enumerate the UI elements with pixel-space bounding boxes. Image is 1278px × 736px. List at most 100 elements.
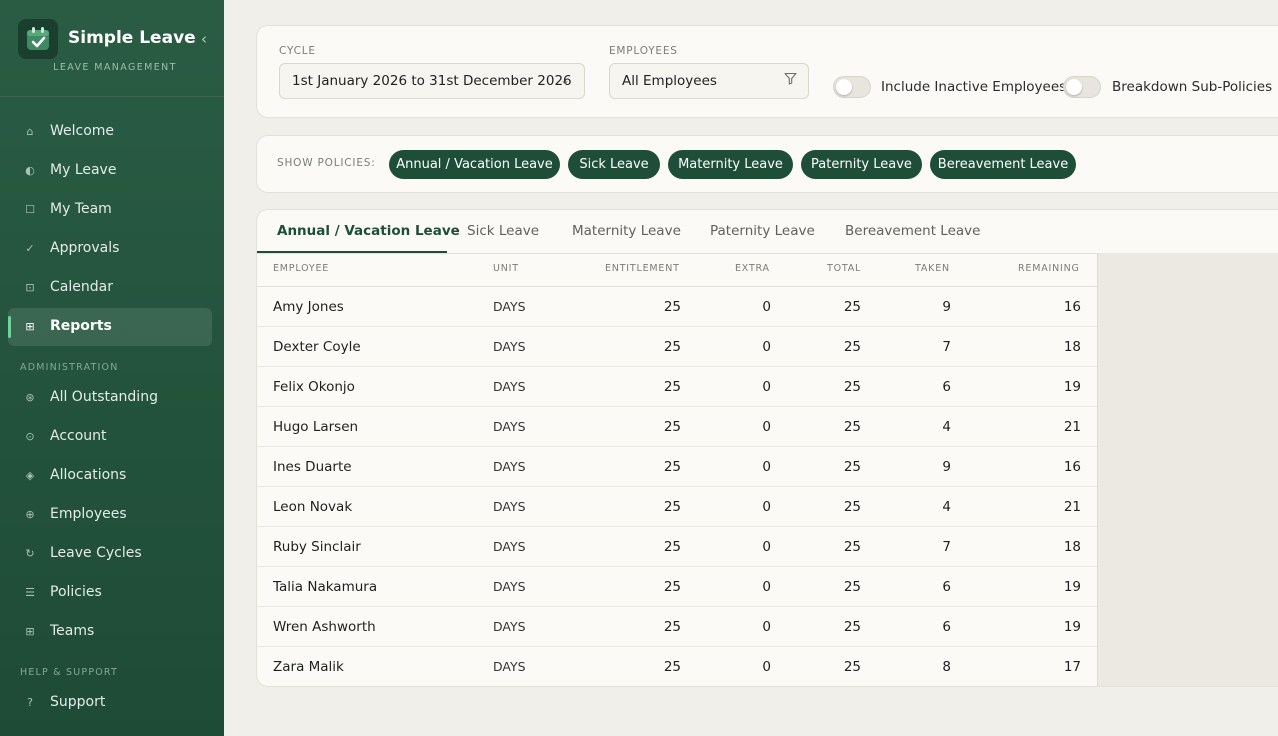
sidebar-item-account[interactable]: ⊙ Account [8, 418, 212, 456]
sidebar-item-label: Account [50, 428, 107, 444]
sidebar-item-calendar[interactable]: ⊡ Calendar [8, 269, 212, 307]
cycle-label: CYCLE [279, 45, 316, 57]
sidebar-item-all-outstanding[interactable]: ⊛ All Outstanding [8, 379, 212, 417]
policies-card: SHOW POLICIES: Annual / Vacation Leave S… [256, 135, 1278, 193]
table-row: Leon Novak DAYS 25 0 25 4 21 [257, 487, 1097, 527]
cell-entitlement: 25 [663, 299, 681, 315]
employees-select[interactable]: All Employees [609, 63, 809, 99]
cell-entitlement: 25 [663, 659, 681, 675]
tab-maternity-leave[interactable]: Maternity Leave [572, 210, 681, 253]
sidebar: Simple Leave ‹ LEAVE MANAGEMENT ⌂ Welcom… [0, 0, 224, 736]
cell-remaining: 21 [1063, 499, 1081, 515]
cell-taken: 6 [942, 619, 951, 635]
cell-total: 25 [843, 499, 861, 515]
cell-unit: DAYS [493, 579, 526, 594]
sidebar-item-my-leave[interactable]: ◐ My Leave [8, 152, 212, 190]
cycle-select[interactable]: 1st January 2026 to 31st December 2026 ⌄ [279, 63, 585, 99]
table-row: Ines Duarte DAYS 25 0 25 9 16 [257, 447, 1097, 487]
column-header-employee: EMPLOYEE [273, 263, 330, 274]
sidebar-item-approvals[interactable]: ✓ Approvals [8, 230, 212, 268]
cell-taken: 9 [942, 299, 951, 315]
cell-extra: 0 [762, 459, 771, 475]
cell-taken: 9 [942, 459, 951, 475]
sidebar-item-welcome[interactable]: ⌂ Welcome [8, 113, 212, 151]
grid-icon: ⊞ [25, 320, 35, 333]
cell-entitlement: 25 [663, 539, 681, 555]
cell-total: 25 [843, 299, 861, 315]
refresh-icon: ↻ [25, 547, 35, 560]
app-title: Simple Leave [68, 28, 196, 48]
breakdown-sub-policies-label: Breakdown Sub-Policies [1112, 79, 1273, 95]
sidebar-item-leave-cycles[interactable]: ↻ Leave Cycles [8, 535, 212, 573]
cell-remaining: 19 [1063, 579, 1081, 595]
table-row: Wren Ashworth DAYS 25 0 25 6 19 [257, 607, 1097, 647]
include-inactive-toggle[interactable] [833, 76, 871, 98]
cell-employee: Felix Okonjo [273, 379, 355, 395]
cell-extra: 0 [762, 299, 771, 315]
cell-employee: Amy Jones [273, 299, 344, 315]
cell-taken: 6 [942, 379, 951, 395]
sidebar-item-label: Allocations [50, 467, 127, 483]
cell-total: 25 [843, 579, 861, 595]
sidebar-item-label: Policies [50, 584, 102, 600]
policy-chip-maternity[interactable]: Maternity Leave [668, 150, 793, 179]
policy-chip-paternity[interactable]: Paternity Leave [801, 150, 922, 179]
cell-entitlement: 25 [663, 379, 681, 395]
policy-chip-bereavement[interactable]: Bereavement Leave [930, 150, 1076, 179]
sidebar-item-reports[interactable]: ⊞ Reports [8, 308, 212, 346]
tab-paternity-leave[interactable]: Paternity Leave [710, 210, 815, 253]
sidebar-item-support[interactable]: ? Support [8, 684, 212, 722]
cell-remaining: 16 [1063, 459, 1081, 475]
cell-unit: DAYS [493, 499, 526, 514]
cell-total: 25 [843, 339, 861, 355]
chevron-down-icon: ⌄ [560, 73, 571, 87]
cell-unit: DAYS [493, 459, 526, 474]
tab-annual-vacation-leave[interactable]: Annual / Vacation Leave [277, 210, 460, 253]
cell-entitlement: 25 [663, 459, 681, 475]
policy-chip-sick[interactable]: Sick Leave [568, 150, 660, 179]
cell-remaining: 17 [1063, 659, 1081, 675]
cycle-value: 1st January 2026 to 31st December 2026 [292, 73, 572, 89]
filter-icon [784, 72, 797, 88]
sidebar-item-my-team[interactable]: ☐ My Team [8, 191, 212, 229]
list-icon: ☰ [25, 586, 35, 599]
include-inactive-label: Include Inactive Employees [881, 79, 1067, 95]
table-row: Amy Jones DAYS 25 0 25 9 16 [257, 287, 1097, 327]
cell-taken: 4 [942, 419, 951, 435]
sidebar-item-employees[interactable]: ⊕ Employees [8, 496, 212, 534]
tab-bereavement-leave[interactable]: Bereavement Leave [845, 210, 980, 253]
sidebar-item-allocations[interactable]: ◈ Allocations [8, 457, 212, 495]
sidebar-item-teams[interactable]: ⊞ Teams [8, 613, 212, 651]
half-circle-icon: ◐ [25, 164, 35, 177]
cell-taken: 6 [942, 579, 951, 595]
breakdown-sub-policies-toggle[interactable] [1063, 76, 1101, 98]
cell-extra: 0 [762, 579, 771, 595]
plus-circle-icon: ⊕ [25, 508, 35, 521]
sidebar-item-policies[interactable]: ☰ Policies [8, 574, 212, 612]
cell-extra: 0 [762, 619, 771, 635]
column-header-entitlement: ENTITLEMENT [605, 263, 680, 274]
cell-taken: 7 [942, 339, 951, 355]
cell-total: 25 [843, 539, 861, 555]
tab-sick-leave[interactable]: Sick Leave [467, 210, 539, 253]
cell-total: 25 [843, 419, 861, 435]
sidebar-item-label: All Outstanding [50, 389, 158, 405]
teams-grid-icon: ⊞ [25, 625, 35, 638]
table-row: Ruby Sinclair DAYS 25 0 25 7 18 [257, 527, 1097, 567]
cell-extra: 0 [762, 659, 771, 675]
brand: Simple Leave ‹ [18, 19, 218, 59]
employees-label: EMPLOYEES [609, 45, 678, 57]
section-label-help: HELP & SUPPORT [20, 667, 119, 678]
chevron-left-icon[interactable]: ‹ [196, 31, 212, 47]
cell-extra: 0 [762, 499, 771, 515]
policy-chip-annual[interactable]: Annual / Vacation Leave [389, 150, 560, 179]
target-icon: ⊛ [25, 391, 35, 404]
cell-unit: DAYS [493, 379, 526, 394]
cell-extra: 0 [762, 539, 771, 555]
employees-value: All Employees [622, 73, 717, 89]
cell-taken: 4 [942, 499, 951, 515]
calendar-icon: ⊡ [25, 281, 35, 294]
table-row: Dexter Coyle DAYS 25 0 25 7 18 [257, 327, 1097, 367]
column-header-taken: TAKEN [915, 263, 950, 274]
user-circle-icon: ⊙ [25, 430, 35, 443]
